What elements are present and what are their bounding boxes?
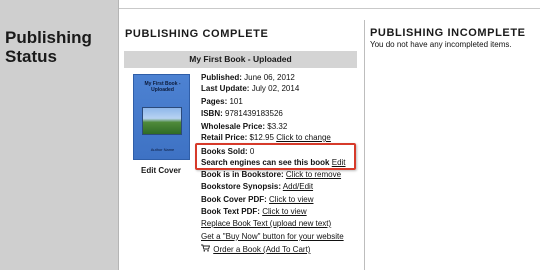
edit-cover-link[interactable]: Edit Cover (141, 166, 181, 175)
publishing-complete-heading: PUBLISHING COMPLETE (125, 28, 269, 40)
isbn-value: 9781439183526 (225, 109, 283, 118)
view-text-pdf-link[interactable]: Click to view (262, 207, 306, 216)
buy-now-row: Get a "Buy Now" button for your website (201, 232, 344, 242)
text-pdf-row: Book Text PDF: Click to view (201, 207, 307, 217)
published-value: June 06, 2012 (244, 73, 295, 82)
book-title-bar: My First Book - Uploaded (124, 51, 357, 68)
book-cover-thumbnail[interactable]: My First Book - Uploaded Author Name (133, 74, 190, 160)
cover-pdf-label: Book Cover PDF: (201, 195, 267, 204)
retail-value: $12.95 (249, 133, 274, 142)
shopping-cart-icon (201, 244, 211, 255)
cover-title: My First Book - Uploaded (144, 81, 181, 93)
isbn-label: ISBN: (201, 109, 223, 118)
pages-label: Pages: (201, 97, 228, 106)
incomplete-message: You do not have any incompleted items. (370, 40, 512, 49)
synopsis-label: Bookstore Synopsis: (201, 182, 282, 191)
column-divider (364, 20, 365, 270)
cover-pdf-row: Book Cover PDF: Click to view (201, 195, 313, 205)
wholesale-value: $3.32 (267, 122, 288, 131)
bookstore-row: Book is in Bookstore: Click to remove (201, 170, 341, 180)
published-label: Published: (201, 73, 242, 82)
order-book-link[interactable]: Order a Book (Add To Cart) (213, 245, 310, 254)
last-update-value: July 02, 2014 (251, 84, 300, 93)
pages-value: 101 (229, 97, 243, 106)
sidebar: Publishing Status (0, 0, 119, 270)
cover-landscape-image (142, 107, 182, 135)
cover-author: Author Name (150, 147, 175, 152)
order-row: Order a Book (Add To Cart) (201, 244, 310, 255)
replace-text-row: Replace Book Text (upload new text) (201, 219, 331, 229)
text-pdf-label: Book Text PDF: (201, 207, 260, 216)
wholesale-row: Wholesale Price: $3.32 (201, 122, 287, 132)
wholesale-label: Wholesale Price: (201, 122, 266, 131)
edit-synopsis-link[interactable]: Add/Edit (283, 182, 313, 191)
buy-now-button-link[interactable]: Get a "Buy Now" button for your website (201, 232, 344, 241)
publishing-incomplete-heading: PUBLISHING INCOMPLETE (370, 27, 526, 39)
isbn-row: ISBN: 9781439183526 (201, 109, 283, 119)
published-row: Published: June 06, 2012 (201, 73, 295, 83)
sidebar-title: Publishing Status (5, 28, 92, 66)
remove-from-bookstore-link[interactable]: Click to remove (286, 170, 341, 179)
highlight-box (195, 143, 356, 170)
top-divider (119, 8, 540, 9)
pages-row: Pages: 101 (201, 97, 243, 107)
replace-book-text-link[interactable]: Replace Book Text (upload new text) (201, 219, 331, 228)
view-cover-pdf-link[interactable]: Click to view (269, 195, 313, 204)
last-update-label: Last Update: (201, 84, 250, 93)
synopsis-row: Bookstore Synopsis: Add/Edit (201, 182, 313, 192)
change-price-link[interactable]: Click to change (276, 133, 331, 142)
last-update-row: Last Update: July 02, 2014 (201, 84, 299, 94)
retail-row: Retail Price: $12.95 Click to change (201, 133, 331, 143)
bookstore-label: Book is in Bookstore: (201, 170, 284, 179)
retail-label: Retail Price: (201, 133, 248, 142)
